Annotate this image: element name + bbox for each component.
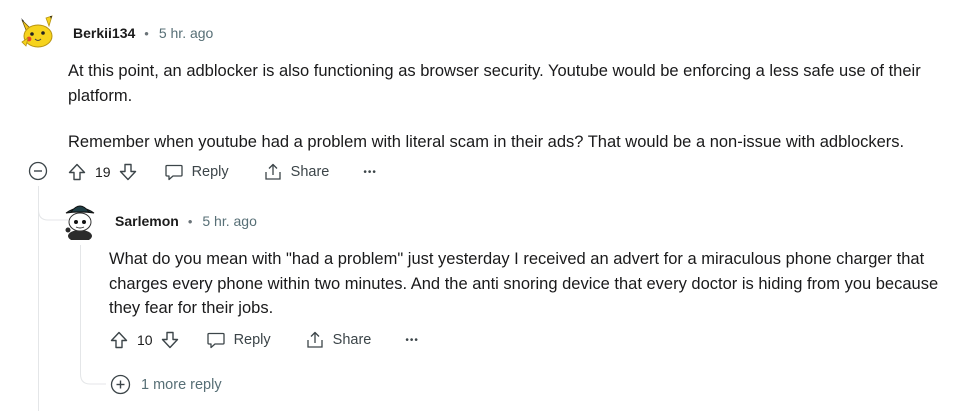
reply-button[interactable]: Reply <box>206 330 271 350</box>
timestamp[interactable]: 5 hr. ago <box>159 25 214 41</box>
share-label: Share <box>332 332 372 348</box>
ellipsis-icon: ••• <box>405 334 419 346</box>
reply-label: Reply <box>233 332 271 348</box>
more-replies-label: 1 more reply <box>141 376 222 393</box>
share-icon <box>307 331 323 348</box>
reply-button[interactable]: Reply <box>164 162 229 182</box>
timestamp[interactable]: 5 hr. ago <box>202 213 257 229</box>
comment-meta: Berkii134 • 5 hr. ago <box>73 23 213 43</box>
snoo-avatar-icon <box>65 205 95 242</box>
share-button[interactable]: Share <box>263 162 330 182</box>
reply-actions: 10 Reply Share ••• <box>109 326 419 354</box>
share-label: Share <box>290 164 330 180</box>
downvote-arrow-icon <box>161 331 178 349</box>
vote-count: 10 <box>137 332 153 348</box>
downvote-button[interactable] <box>160 330 180 350</box>
more-options-button[interactable]: ••• <box>363 167 377 178</box>
collapse-thread-button[interactable] <box>28 161 48 181</box>
thread-connector-curve-more <box>80 360 106 385</box>
comment-actions: 19 Reply Share ••• <box>67 158 377 186</box>
more-replies-button[interactable]: 1 more reply <box>110 374 222 395</box>
upvote-arrow-icon <box>68 163 86 181</box>
downvote-arrow-icon <box>119 163 136 181</box>
pikachu-avatar-icon <box>21 15 53 48</box>
username[interactable]: Berkii134 <box>73 25 135 41</box>
plus-circle-icon <box>110 374 131 395</box>
separator-dot: • <box>144 25 149 41</box>
ellipsis-icon: ••• <box>363 166 377 178</box>
reply-body: What do you mean with "had a problem" ju… <box>109 247 945 321</box>
upvote-arrow-icon <box>110 331 128 349</box>
speech-bubble-icon <box>164 164 183 181</box>
thread-line-reply <box>80 245 81 365</box>
share-button[interactable]: Share <box>305 330 372 350</box>
collapse-icon <box>28 161 48 181</box>
reply-paragraph: What do you mean with "had a problem" ju… <box>109 250 939 317</box>
username[interactable]: Sarlemon <box>115 213 179 229</box>
more-options-button[interactable]: ••• <box>405 335 419 346</box>
comment-body: At this point, an adblocker is also func… <box>68 59 952 155</box>
upvote-button[interactable] <box>67 162 87 182</box>
separator-dot: • <box>187 213 193 229</box>
speech-bubble-icon <box>206 332 225 349</box>
share-icon <box>265 163 281 180</box>
downvote-button[interactable] <box>118 162 138 182</box>
comment-paragraph: Remember when youtube had a problem with… <box>68 133 905 151</box>
reply-label: Reply <box>191 164 229 180</box>
vote-count: 19 <box>95 164 111 180</box>
comment-paragraph: At this point, an adblocker is also func… <box>68 62 921 105</box>
upvote-button[interactable] <box>109 330 129 350</box>
avatar[interactable] <box>60 200 100 242</box>
reply-meta: Sarlemon • 5 hr. ago <box>115 211 257 231</box>
avatar[interactable] <box>18 12 58 52</box>
